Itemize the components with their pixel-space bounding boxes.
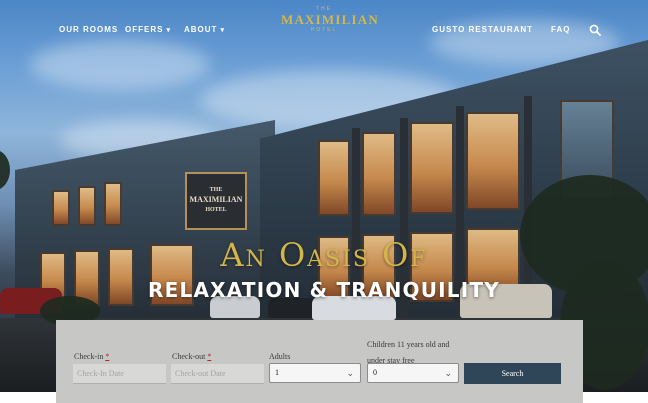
logo-main-text: MAXIMILIAN (281, 12, 379, 27)
nav-faq[interactable]: FAQ (551, 25, 570, 34)
window (410, 122, 454, 214)
nav-offers[interactable]: OFFERS ▾ (125, 25, 171, 34)
search-icon[interactable] (589, 23, 603, 37)
sign-line-3: HOTEL (205, 207, 227, 213)
window (318, 140, 350, 216)
checkin-date-input[interactable]: Check-In Date (73, 364, 166, 384)
checkin-label: Check-in * (74, 349, 109, 365)
search-button[interactable]: Search (464, 363, 561, 384)
checkout-label: Check-out * (172, 349, 211, 365)
building-sign: THE MAXIMILIAN HOTEL (185, 172, 247, 230)
sign-line-2: MAXIMILIAN (189, 195, 243, 204)
children-select[interactable]: 0 ⌄ (367, 363, 459, 383)
checkin-placeholder: Check-In Date (77, 369, 124, 378)
nav-gusto-restaurant-label: GUSTO RESTAURANT (432, 25, 534, 34)
window (362, 132, 396, 216)
adults-value: 1 (275, 368, 279, 377)
logo-sub-text: HOTEL (310, 27, 338, 33)
nav-offers-label: OFFERS (125, 25, 164, 34)
required-marker: * (105, 352, 110, 361)
checkout-date-input[interactable]: Check-out Date (171, 364, 264, 384)
hero-headline: An Oasis Of (220, 236, 428, 274)
nav-our-rooms-label: OUR ROOMS (59, 25, 119, 34)
window (104, 182, 122, 226)
nav-about[interactable]: ABOUT ▾ (184, 25, 225, 34)
children-value: 0 (373, 368, 377, 377)
checkout-label-text: Check-out (172, 352, 206, 361)
hero-subheadline: RELAXATION & TRANQUILITY (148, 278, 500, 302)
chevron-down-icon: ⌄ (346, 368, 354, 378)
hotel-logo[interactable]: THE MAXIMILIAN HOTEL (281, 6, 379, 33)
chevron-down-icon: ▾ (220, 27, 225, 34)
nav-faq-label: FAQ (551, 25, 571, 34)
checkin-label-text: Check-in (74, 352, 104, 361)
palm-tree (0, 150, 10, 190)
sign-line-1: THE (209, 187, 223, 193)
chevron-down-icon: ⌄ (444, 368, 452, 378)
main-navigation: OUR ROOMS OFFERS ▾ ABOUT ▾ THE MAXIMILIAN … (0, 0, 648, 58)
nav-gusto-restaurant[interactable]: GUSTO RESTAURANT (432, 25, 533, 34)
nav-about-label: ABOUT (184, 25, 218, 34)
children-label-line-1: Children 11 years old and (367, 340, 450, 349)
booking-form: Check-in * Check-In Date Check-out * Che… (56, 320, 583, 403)
chevron-down-icon: ▾ (166, 27, 171, 34)
adults-select[interactable]: 1 ⌄ (269, 363, 361, 383)
window (466, 112, 520, 210)
required-marker: * (207, 352, 212, 361)
window (52, 190, 70, 226)
window (78, 186, 96, 226)
checkout-placeholder: Check-out Date (175, 369, 226, 378)
nav-our-rooms[interactable]: OUR ROOMS (59, 25, 118, 34)
